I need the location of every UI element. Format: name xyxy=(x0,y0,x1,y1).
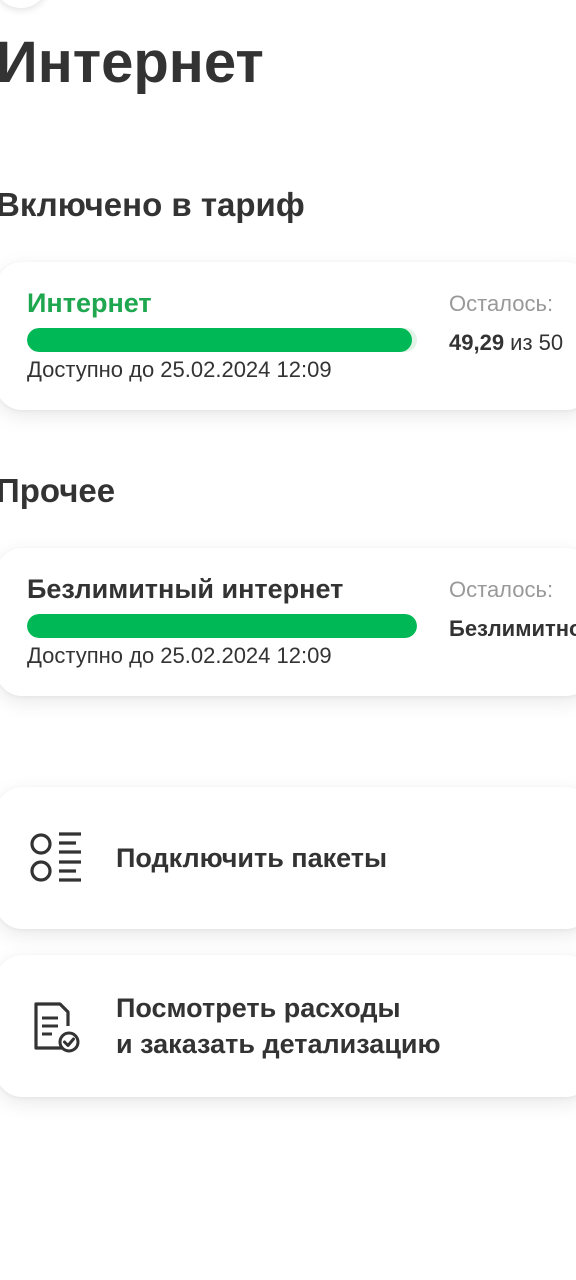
remaining-total: из 50 xyxy=(504,330,564,355)
availability-date: Доступно до 25.02.2024 12:09 xyxy=(27,357,332,382)
action-label-line1: Посмотреть расходы xyxy=(116,993,401,1023)
remaining-label: Осталось: xyxy=(449,291,554,316)
unlimited-internet-card[interactable]: Безлимитный интернет Доступно до 25.02.2… xyxy=(0,548,576,696)
remaining-amount: 49,29 xyxy=(449,330,505,355)
list-options-icon xyxy=(30,832,81,882)
remaining-amount: Безлимитно xyxy=(449,616,576,641)
action-label: Подключить пакеты xyxy=(116,843,388,873)
remaining-value: 49,29 из 50 xyxy=(449,329,563,357)
remaining-label: Осталось: xyxy=(449,577,554,602)
progress-fill xyxy=(27,328,412,352)
section-title-other: Прочее xyxy=(0,472,116,509)
card-title: Безлимитный интернет xyxy=(27,574,344,604)
action-label-line2: и заказать детализацию xyxy=(116,1029,441,1059)
section-title-tariff: Включено в тариф xyxy=(0,186,305,223)
progress-fill xyxy=(27,614,417,638)
availability-date: Доступно до 25.02.2024 12:09 xyxy=(27,643,332,668)
page-title: Интернет xyxy=(0,30,264,95)
document-check-icon xyxy=(34,1002,80,1053)
view-expenses-button[interactable]: Посмотреть расходы и заказать детализаци… xyxy=(0,955,576,1097)
remaining-progress-bar xyxy=(27,614,417,638)
connect-packets-button[interactable]: Подключить пакеты xyxy=(0,787,576,929)
internet-tariff-card[interactable]: Интернет Доступно до 25.02.2024 12:09 Ос… xyxy=(0,262,576,410)
action-label: Посмотреть расходы и заказать детализаци… xyxy=(116,990,441,1062)
card-title: Интернет xyxy=(27,288,152,318)
remaining-progress-bar xyxy=(27,328,417,352)
remaining-value: Безлимитно xyxy=(449,615,576,643)
back-button[interactable] xyxy=(0,0,48,8)
